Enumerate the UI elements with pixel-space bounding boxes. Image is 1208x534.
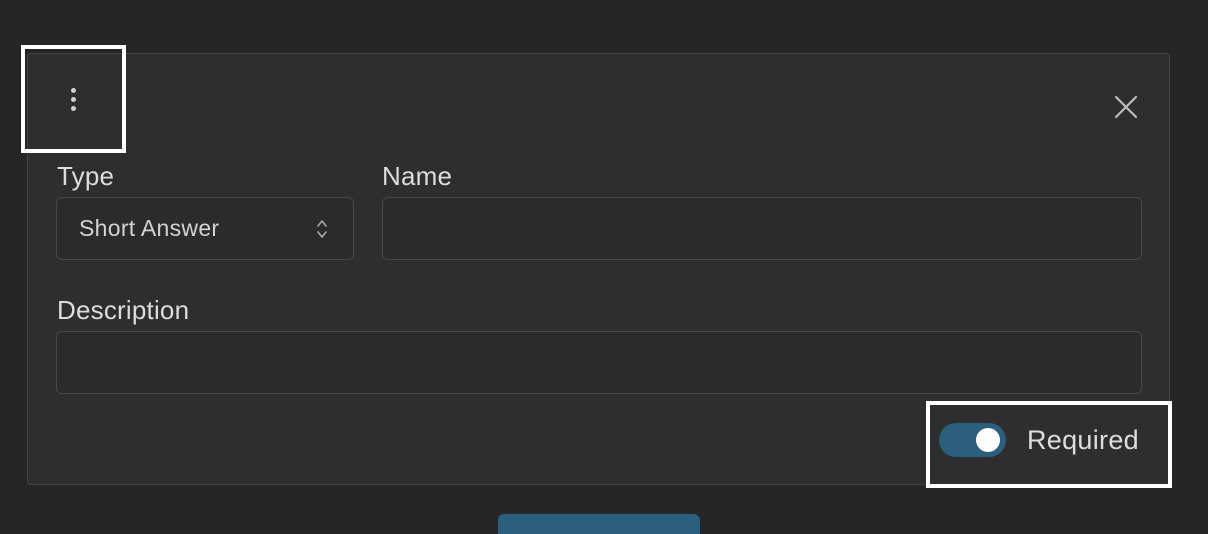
menu-button-highlight	[21, 45, 126, 153]
bottom-action-button[interactable]	[498, 514, 700, 534]
type-select-value: Short Answer	[79, 215, 220, 241]
type-label: Type	[57, 161, 115, 191]
description-input[interactable]	[56, 331, 1142, 394]
close-button[interactable]	[1112, 93, 1140, 121]
name-input[interactable]	[382, 197, 1142, 260]
required-toggle-highlight	[926, 401, 1172, 488]
description-label: Description	[57, 295, 190, 325]
name-label: Name	[382, 161, 453, 191]
updown-chevron-icon	[317, 220, 327, 238]
type-select[interactable]: Short Answer	[56, 197, 354, 260]
close-icon	[1114, 95, 1138, 119]
